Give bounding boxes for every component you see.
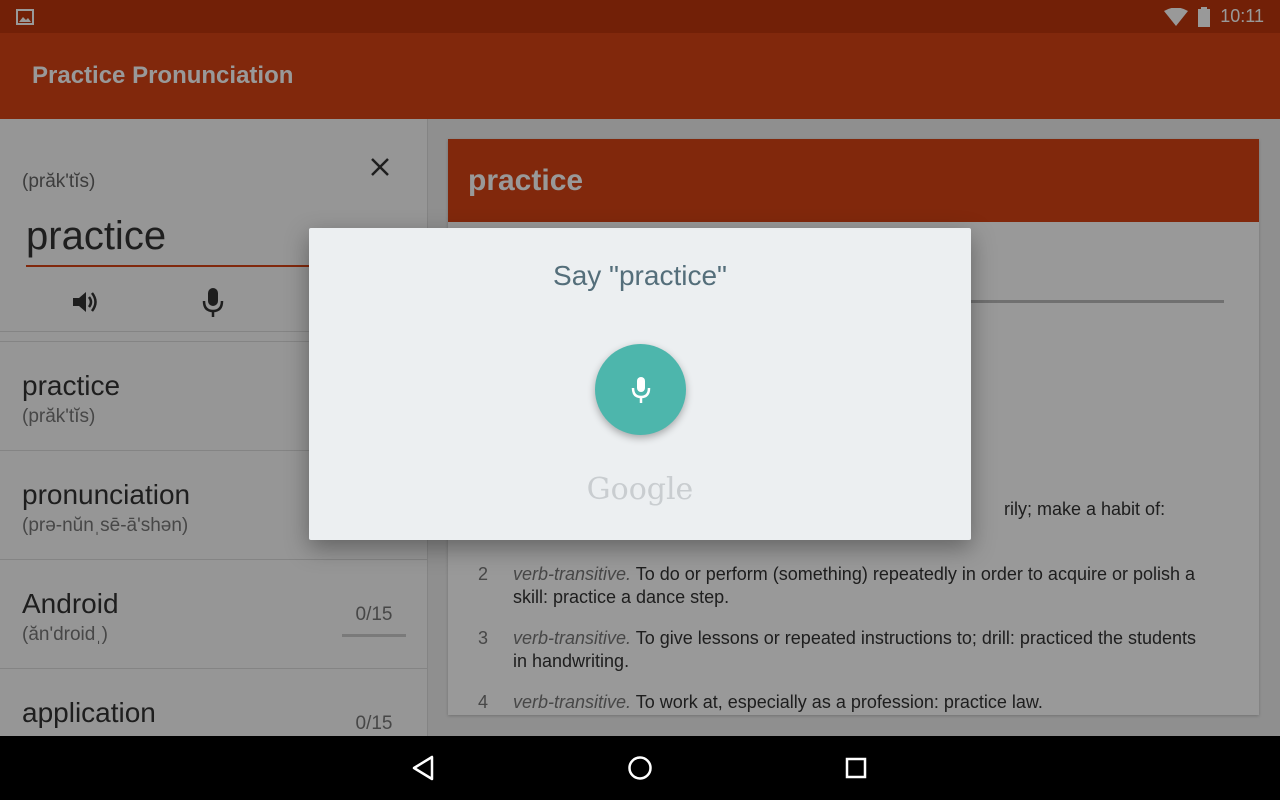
voice-prompt: Say "practice" — [553, 260, 727, 291]
home-icon[interactable] — [626, 754, 654, 782]
recents-icon[interactable] — [842, 754, 870, 782]
google-logo: Google — [586, 472, 694, 507]
voice-mic-button[interactable] — [595, 344, 686, 435]
back-icon[interactable] — [410, 754, 438, 782]
nav-bar — [0, 736, 1280, 800]
voice-dialog: Say "practice" Google — [309, 228, 971, 540]
mic-icon — [631, 376, 650, 403]
